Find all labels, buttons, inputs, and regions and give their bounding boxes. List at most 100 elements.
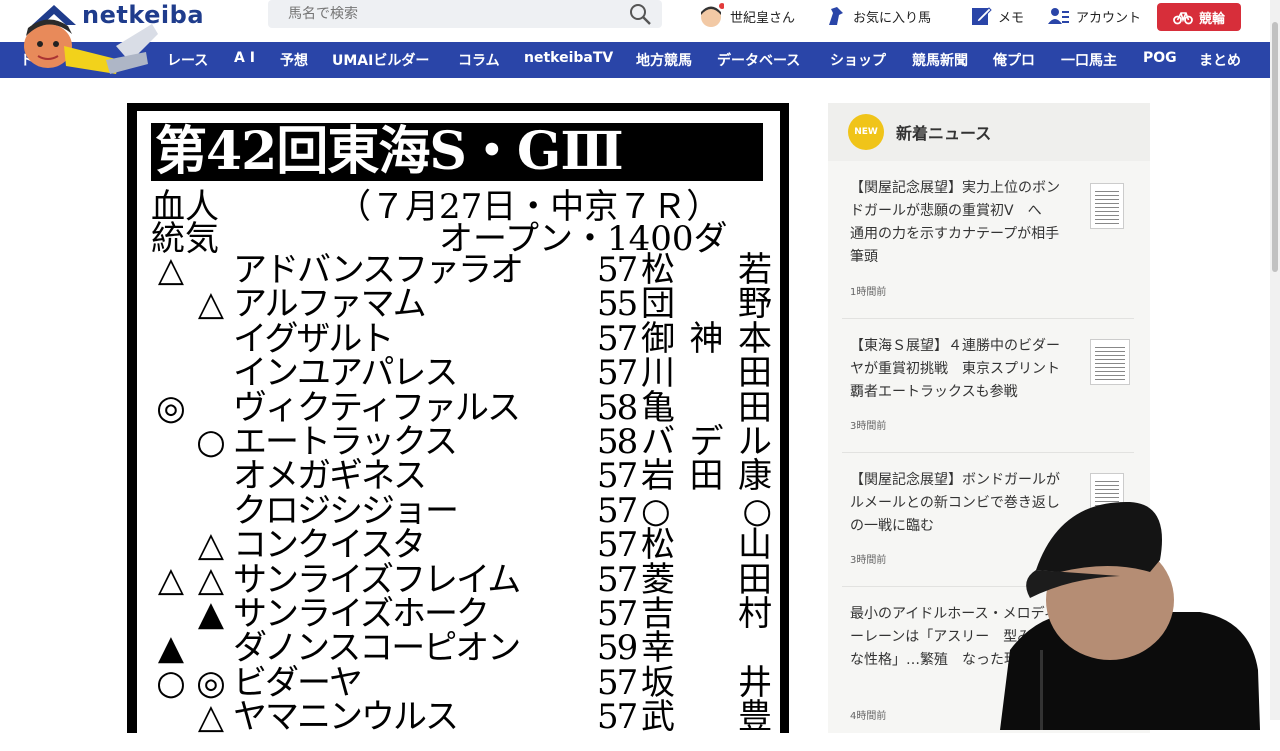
search-icon[interactable] <box>628 2 652 26</box>
favorites-label: お気に入り馬 <box>853 10 932 26</box>
horse-name: アルファマム <box>233 284 427 325</box>
race-card-paper: 第42回東海S・GⅢ 血人 （７月27日・中京７Ｒ） 統気 オープン・1400ダ… <box>137 111 780 751</box>
bicycle-icon <box>1173 12 1193 25</box>
entry-row: ▲ サンライズホーク 57 吉村 <box>151 593 772 634</box>
search-input[interactable] <box>288 6 618 22</box>
account-link[interactable]: アカウント <box>1048 0 1141 32</box>
mark-2: △ <box>197 284 225 325</box>
jockey-name: 幸 <box>641 628 675 669</box>
news-thumbnail[interactable] <box>1090 183 1124 229</box>
horse-name: アドバンスファラオ <box>233 250 524 290</box>
entry-row: ▲ ダノンスコーピオン 59 幸 <box>151 631 771 665</box>
jockey-name: ○○ <box>641 490 772 531</box>
nav-item-ore-pro[interactable]: 俺プロ <box>993 50 1035 70</box>
news-time: 1時間前 <box>850 287 887 298</box>
mark-2: △ <box>197 525 225 566</box>
carried-weight: 57 <box>597 697 638 738</box>
nav-item-matome[interactable]: まとめ <box>1199 50 1241 70</box>
jockey-name: 菱田 <box>641 559 772 600</box>
jockey-name: 岩田康 <box>641 456 772 497</box>
news-time: 3時間前 <box>850 421 887 432</box>
mark-2: ◎ <box>196 662 226 703</box>
main-nav: トップ レース A I 予想 UMAIビルダー コラム netkeibaTV 地… <box>0 42 1270 78</box>
nav-item-netkeiba-tv[interactable]: netkeibaTV <box>524 50 613 66</box>
nav-item-database[interactable]: データベース <box>717 50 800 70</box>
jockey-name: バデル <box>641 421 772 462</box>
jockey-name: 松若 <box>641 250 772 290</box>
nav-item-shop[interactable]: ショップ <box>830 50 886 70</box>
horse-name: ビダーヤ <box>233 662 363 703</box>
keirin-button[interactable]: 競輪 <box>1157 3 1241 31</box>
horse-icon <box>829 7 843 25</box>
mark-1: △ <box>157 559 185 600</box>
mark-2: ○ <box>196 421 226 462</box>
carried-weight: 55 <box>597 284 638 325</box>
jockey-name: 団野 <box>641 284 772 325</box>
nav-item-chiho-keiba[interactable]: 地方競馬 <box>636 50 692 70</box>
news-headline[interactable]: 【東海Ｓ展望】４連勝中のビダーヤが重賞初挑戦 東京スプリント覇者エートラックスも… <box>850 335 1068 404</box>
horse-name: イグザルト <box>233 318 394 359</box>
horse-name: ダノンスコーピオン <box>233 628 521 669</box>
entry-row: イグザルト 57 御神本 <box>151 318 772 359</box>
horse-name: オメガギネス <box>233 456 427 497</box>
race-card-image: 第42回東海S・GⅢ 血人 （７月27日・中京７Ｒ） 統気 オープン・1400ダ… <box>127 103 789 751</box>
mark-2: △ <box>197 559 225 600</box>
page-scrollbar[interactable] <box>1270 0 1280 720</box>
memo-link[interactable]: メモ <box>970 0 1024 32</box>
mark-2: ▲ <box>197 593 225 634</box>
top-header: netkeiba 世紀皇さん お気に入り馬 <box>0 0 1280 42</box>
nav-item-race[interactable]: レース <box>167 50 208 70</box>
carried-weight: 57 <box>597 559 638 600</box>
news-item[interactable]: 【東海Ｓ展望】４連勝中のビダーヤが重賞初挑戦 東京スプリント覇者エートラックスも… <box>842 335 1134 453</box>
memo-label: メモ <box>998 10 1025 26</box>
jockey-name: 武豊 <box>641 697 772 738</box>
nav-item-umai-builder[interactable]: UMAIビルダー <box>332 50 429 70</box>
user-menu[interactable]: 世紀皇さん <box>698 0 795 32</box>
mark-1: ○ <box>156 662 186 703</box>
news-title: 新着ニュース <box>896 124 992 143</box>
entry-row: オメガギネス 57 岩田康 <box>151 456 772 497</box>
mark-2: △ <box>197 697 225 738</box>
jockey-name: 坂井 <box>641 662 772 703</box>
new-badge: NEW <box>848 114 884 150</box>
user-name: 世紀皇さん <box>730 10 796 26</box>
news-item[interactable]: 【関屋記念展望】実力上位のボンドガールが悲願の重賞初V へ 通用の力を示すカナテ… <box>842 177 1134 319</box>
entry-row: △ コンクイスタ 57 松山 <box>151 525 772 566</box>
carried-weight: 57 <box>597 456 638 497</box>
mark-1: ◎ <box>156 387 186 428</box>
news-header: NEW 新着ニュース <box>828 103 1150 161</box>
nav-item-keiba-shinbun[interactable]: 競馬新聞 <box>912 50 968 70</box>
carried-weight: 57 <box>597 250 638 290</box>
scrollbar-thumb[interactable] <box>1272 22 1278 272</box>
carried-weight: 57 <box>597 490 638 531</box>
horse-name: サンライズフレイム <box>233 559 521 600</box>
nav-item-hitokuchi[interactable]: 一口馬主 <box>1061 50 1117 70</box>
mascot-overlay-icon <box>24 19 158 74</box>
entry-row: △ アドバンスファラオ 57 松若 <box>151 250 772 290</box>
news-headline[interactable]: 【関屋記念展望】実力上位のボンドガールが悲願の重賞初V へ 通用の力を示すカナテ… <box>850 177 1068 269</box>
carried-weight: 58 <box>597 421 638 462</box>
carried-weight: 57 <box>597 593 638 634</box>
carried-weight: 57 <box>597 318 638 359</box>
entry-list: △ アドバンスファラオ 57 松若 △ アルファマム 55 団野 イグザルト 5… <box>151 250 772 738</box>
entry-row: クロジシジョー 57 ○○ <box>151 490 772 531</box>
mark-1: ▲ <box>157 628 185 669</box>
entry-row: △ △ サンライズフレイム 57 菱田 <box>151 559 772 600</box>
entry-row: ○ ◎ ビダーヤ 57 坂井 <box>151 662 772 703</box>
horse-name: ヤマニンウルス <box>233 697 459 738</box>
carried-weight: 57 <box>597 662 638 703</box>
nav-item-ai[interactable]: A I <box>234 50 255 66</box>
news-time: 3時間前 <box>850 555 887 566</box>
streamer-webcam-overlay <box>1000 501 1260 730</box>
nav-item-yoso[interactable]: 予想 <box>280 50 308 70</box>
nav-item-column[interactable]: コラム <box>458 50 500 70</box>
jockey-name: 川田 <box>641 353 772 394</box>
entry-row: △ アルファマム 55 団野 <box>151 284 772 325</box>
entry-row: インユアパレス 57 川田 <box>151 353 772 394</box>
search-box[interactable] <box>268 0 662 28</box>
favorites-link[interactable]: お気に入り馬 <box>825 0 931 32</box>
news-thumbnail[interactable] <box>1090 339 1130 385</box>
keirin-label: 競輪 <box>1198 11 1225 27</box>
nav-item-pog[interactable]: POG <box>1143 50 1177 66</box>
jockey-name: 松山 <box>641 525 772 566</box>
